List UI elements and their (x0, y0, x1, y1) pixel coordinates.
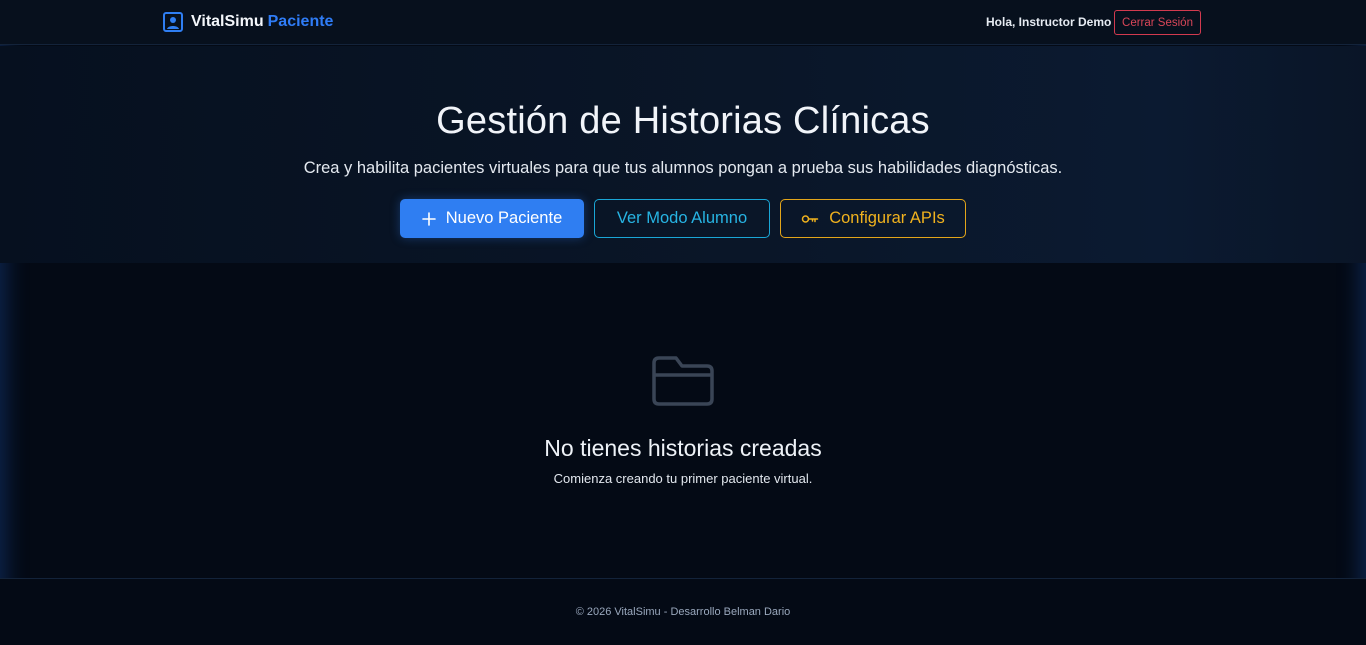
new-patient-button[interactable]: Nuevo Paciente (400, 199, 584, 238)
empty-state: No tienes historias creadas Comienza cre… (0, 263, 1366, 578)
student-mode-button[interactable]: Ver Modo Alumno (594, 199, 770, 238)
configure-apis-label: Configurar APIs (829, 209, 945, 227)
hero-section: Gestión de Historias Clínicas Crea y hab… (0, 46, 1366, 263)
empty-state-text: Comienza creando tu primer paciente virt… (553, 471, 813, 486)
logout-button[interactable]: Cerrar Sesión (1114, 10, 1201, 35)
user-id-icon (163, 12, 183, 32)
new-patient-label: Nuevo Paciente (445, 209, 563, 227)
folder-icon (652, 356, 714, 406)
brand-name: VitalSimu (191, 13, 264, 30)
student-mode-label: Ver Modo Alumno (616, 209, 748, 227)
configure-apis-button[interactable]: Configurar APIs (780, 199, 966, 238)
plus-icon (421, 211, 436, 226)
footer: © 2026 VitalSimu - Desarrollo Belman Dar… (0, 578, 1366, 645)
user-greeting: Hola, Instructor Demo (986, 15, 1112, 29)
footer-copyright: © 2026 VitalSimu - Desarrollo Belman Dar… (575, 606, 791, 618)
key-icon (801, 213, 819, 225)
app-page: VitalSimu Paciente Hola, Instructor Demo … (0, 0, 1366, 645)
empty-state-title: No tienes historias creadas (544, 435, 822, 461)
page-subtitle: Crea y habilita pacientes virtuales para… (303, 159, 1063, 177)
brand-logo[interactable]: VitalSimu Paciente (163, 12, 333, 32)
brand-accent: Paciente (267, 13, 334, 30)
page-title: Gestión de Historias Clínicas (436, 100, 930, 142)
navbar: VitalSimu Paciente Hola, Instructor Demo … (0, 0, 1366, 45)
